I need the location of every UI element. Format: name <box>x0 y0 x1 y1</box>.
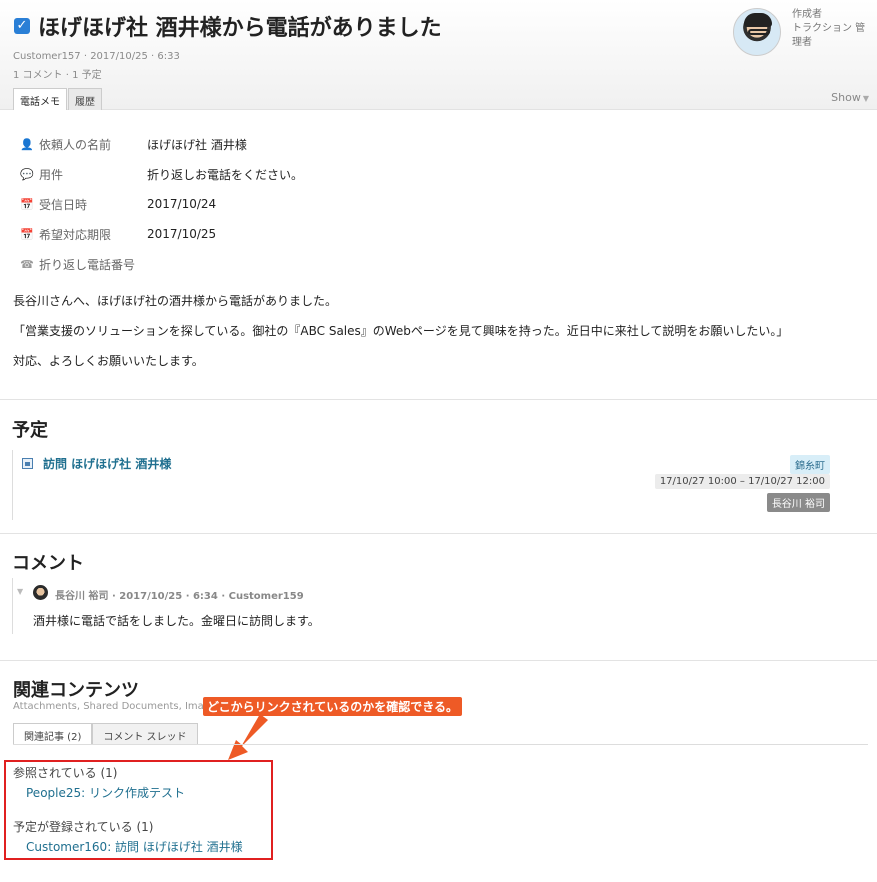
calendar-icon: 📅 <box>20 227 34 241</box>
body-line: 対応、よろしくお願いいたします。 <box>13 354 204 368</box>
author-info: 作成者 トラクション 管理者 <box>792 8 872 50</box>
commenter-avatar[interactable] <box>33 585 48 600</box>
field-value: 2017/10/25 <box>147 227 217 241</box>
author-label: 作成者 <box>792 9 822 20</box>
field-label: 折り返し電話番号 <box>39 257 136 272</box>
schedule-item-link[interactable]: 訪問 ほげほげ社 酒井様 <box>43 455 171 472</box>
page-title: ほげほげ社 酒井様から電話がありました <box>38 16 442 41</box>
related-link[interactable]: People25: リンク作成テスト <box>26 784 185 801</box>
related-tabs: 関連記事 (2) コメント スレッド <box>13 723 198 745</box>
field-label: 用件 <box>39 167 64 182</box>
phone-icon: ☎ <box>20 257 34 271</box>
speech-bubble-icon: 💬 <box>20 167 34 181</box>
annotation-arrow-icon <box>228 714 268 760</box>
comments-title: コメント <box>12 553 84 574</box>
view-tabs: 電話メモ 履歴 <box>13 88 103 110</box>
schedule-title: 予定 <box>12 420 48 441</box>
related-link[interactable]: Customer160: 訪問 ほげほげ社 酒井様 <box>26 838 243 855</box>
divider <box>0 660 877 661</box>
divider <box>0 399 877 400</box>
field-label: 希望対応期限 <box>39 227 112 242</box>
time-badge: 17/10/27 10:00 – 17/10/27 12:00 <box>654 474 830 489</box>
field-requester: 👤 依頼人の名前 ほげほげ社 酒井様 <box>20 135 247 153</box>
schedule-rule <box>12 450 13 520</box>
tab-history[interactable]: 履歴 <box>68 88 102 110</box>
tab-phone-memo[interactable]: 電話メモ <box>13 88 67 110</box>
field-label: 受信日時 <box>39 197 88 212</box>
meta-counts: 1 コメント · 1 予定 <box>13 70 102 81</box>
body-line: 「営業支援のソリューションを探している。御社の『ABC Sales』のWebペー… <box>13 324 789 338</box>
field-received-date: 📅 受信日時 2017/10/24 <box>20 195 216 213</box>
tab-related-articles[interactable]: 関連記事 (2) <box>13 723 93 745</box>
field-value: 折り返しお電話をください。 <box>147 167 304 182</box>
related-title: 関連コンテンツ <box>13 680 139 701</box>
group-label: 予定が登録されている (1) <box>13 820 154 834</box>
person-icon: 👤 <box>20 137 34 151</box>
chevron-down-icon: ▼ <box>862 94 869 103</box>
tab-comment-threads[interactable]: コメント スレッド <box>92 723 198 745</box>
tabs-underline <box>13 744 868 745</box>
comment-rule <box>12 578 13 634</box>
show-label: Show <box>831 91 861 104</box>
body-line: 長谷川さんへ、ほげほげ社の酒井様から電話がありました。 <box>13 294 338 308</box>
done-checkbox[interactable]: ✓ <box>14 18 30 34</box>
field-label: 依頼人の名前 <box>39 137 112 152</box>
group-label: 参照されている (1) <box>13 766 118 780</box>
divider <box>0 533 877 534</box>
field-callback-number: ☎ 折り返し電話番号 <box>20 255 147 273</box>
author-name[interactable]: トラクション 管理者 <box>792 22 872 50</box>
collapse-caret-icon[interactable]: ▼ <box>17 587 23 596</box>
person-badge[interactable]: 長谷川 裕司 <box>766 493 830 512</box>
field-value: ほげほげ社 酒井様 <box>147 137 247 152</box>
related-subtitle: Attachments, Shared Documents, Imag <box>13 701 211 712</box>
author-avatar[interactable] <box>733 8 781 56</box>
calendar-icon <box>22 458 33 469</box>
calendar-icon: 📅 <box>20 197 34 211</box>
comment-text: 酒井様に電話で話をしました。金曜日に訪問します。 <box>33 614 320 628</box>
show-menu-button[interactable]: Show ▼ <box>831 91 869 104</box>
comment-meta: 長谷川 裕司 · 2017/10/25 · 6:34 · Customer159 <box>55 591 304 602</box>
field-subject: 💬 用件 折り返しお電話をください。 <box>20 165 303 183</box>
meta-line: Customer157 · 2017/10/25 · 6:33 <box>13 51 180 62</box>
place-badge[interactable]: 錦糸町 <box>790 455 830 474</box>
field-value: 2017/10/24 <box>147 197 217 211</box>
field-deadline: 📅 希望対応期限 2017/10/25 <box>20 225 216 243</box>
page-header: ✓ ほげほげ社 酒井様から電話がありました Customer157 · 2017… <box>0 0 877 110</box>
